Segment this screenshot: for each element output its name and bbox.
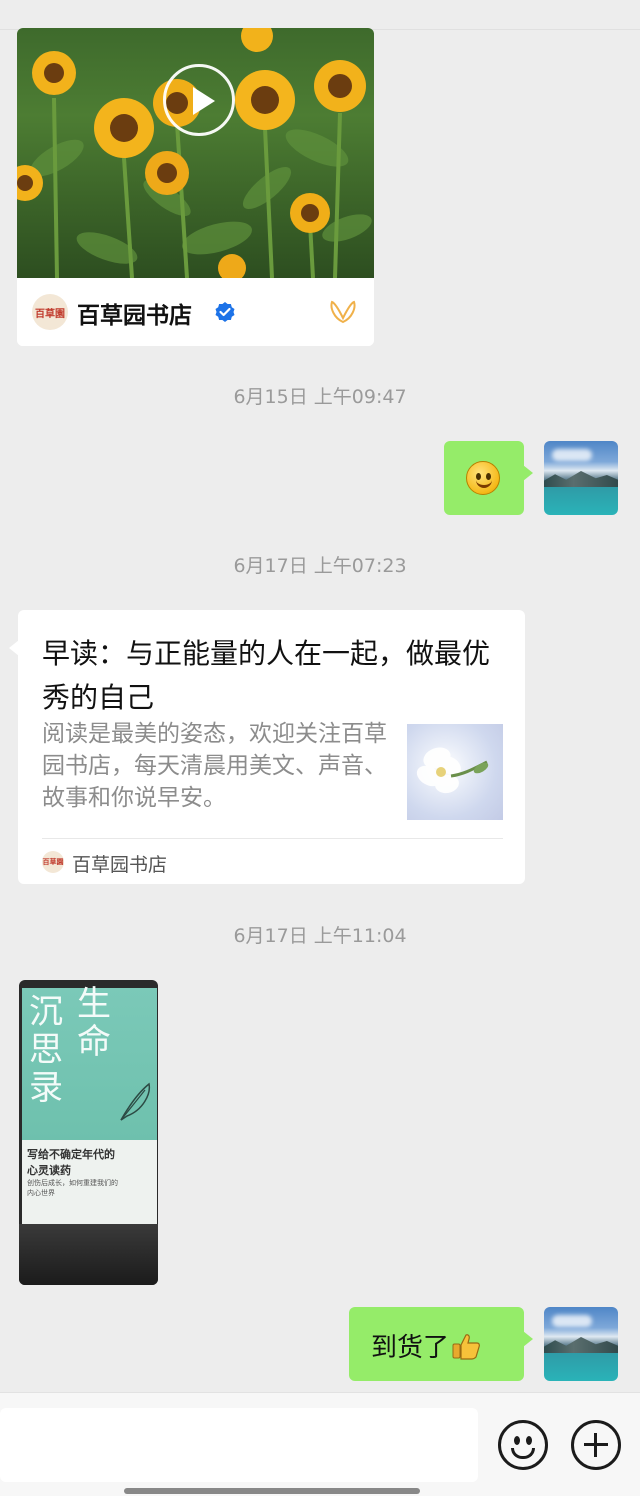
message-text: 到货了 <box>371 1327 481 1364</box>
book-title-char: 生 <box>77 984 111 1024</box>
feather-icon <box>120 1082 151 1121</box>
message-input[interactable] <box>0 1408 478 1482</box>
home-indicator[interactable] <box>124 1488 420 1494</box>
thumbs-up-icon <box>452 1334 481 1360</box>
photo-background <box>19 1224 158 1285</box>
article-thumbnail <box>407 724 503 820</box>
chat-input-bar <box>0 1392 640 1496</box>
book-tagline: 创伤后成长，如何重建我们的 <box>27 1179 118 1187</box>
timestamp: 6月17日 上午07:23 <box>233 555 407 577</box>
timestamp: 6月15日 上午09:47 <box>233 386 407 408</box>
book-subtitle: 写给不确定年代的 <box>27 1148 115 1161</box>
channel-logo: 百草園 <box>32 294 68 330</box>
play-icon[interactable] <box>163 64 235 136</box>
channels-butterfly-icon <box>330 300 356 324</box>
smile-icon <box>466 461 500 495</box>
sent-message-text[interactable]: 到货了 <box>349 1307 533 1381</box>
avatar[interactable] <box>544 441 618 515</box>
video-thumbnail[interactable] <box>17 28 374 278</box>
book-tagline: 内心世界 <box>27 1189 55 1197</box>
plus-icon[interactable] <box>571 1420 621 1470</box>
sent-message-emoji[interactable] <box>444 441 533 515</box>
book-title-char: 沉 <box>29 992 63 1032</box>
book-title-char: 命 <box>77 1022 111 1062</box>
article-card[interactable]: 早读：与正能量的人在一起，做最优秀的自己 阅读是最美的姿态，欢迎关注百草园书店，… <box>9 610 525 884</box>
article-title: 早读：与正能量的人在一起，做最优秀的自己 <box>42 637 491 714</box>
channel-footer: 百草園 百草园书店 <box>17 278 374 346</box>
book-title-char: 录 <box>29 1068 63 1108</box>
channels-video-card[interactable]: 百草園 百草园书店 <box>17 28 374 346</box>
verified-icon <box>215 302 235 322</box>
channel-name: 百草园书店 <box>77 303 192 329</box>
book-title-char: 思 <box>29 1030 63 1070</box>
divider <box>42 838 503 839</box>
avatar[interactable] <box>544 1307 618 1381</box>
book-photo-message[interactable]: 沉 思 录 生 命 写给不确定年代的 心灵读药 创伤后成长，如何重建我们的 内心… <box>19 980 158 1285</box>
timestamp: 6月17日 上午11:04 <box>233 925 407 947</box>
source-logo: 百草園 <box>42 851 64 873</box>
book-subtitle: 心灵读药 <box>27 1164 71 1177</box>
emoji-icon[interactable] <box>498 1420 548 1470</box>
article-source: 百草园书店 <box>72 854 168 876</box>
article-description: 阅读是最美的姿态，欢迎关注百草园书店，每天清晨用美文、声音、故事和你说早安。 <box>42 721 387 811</box>
